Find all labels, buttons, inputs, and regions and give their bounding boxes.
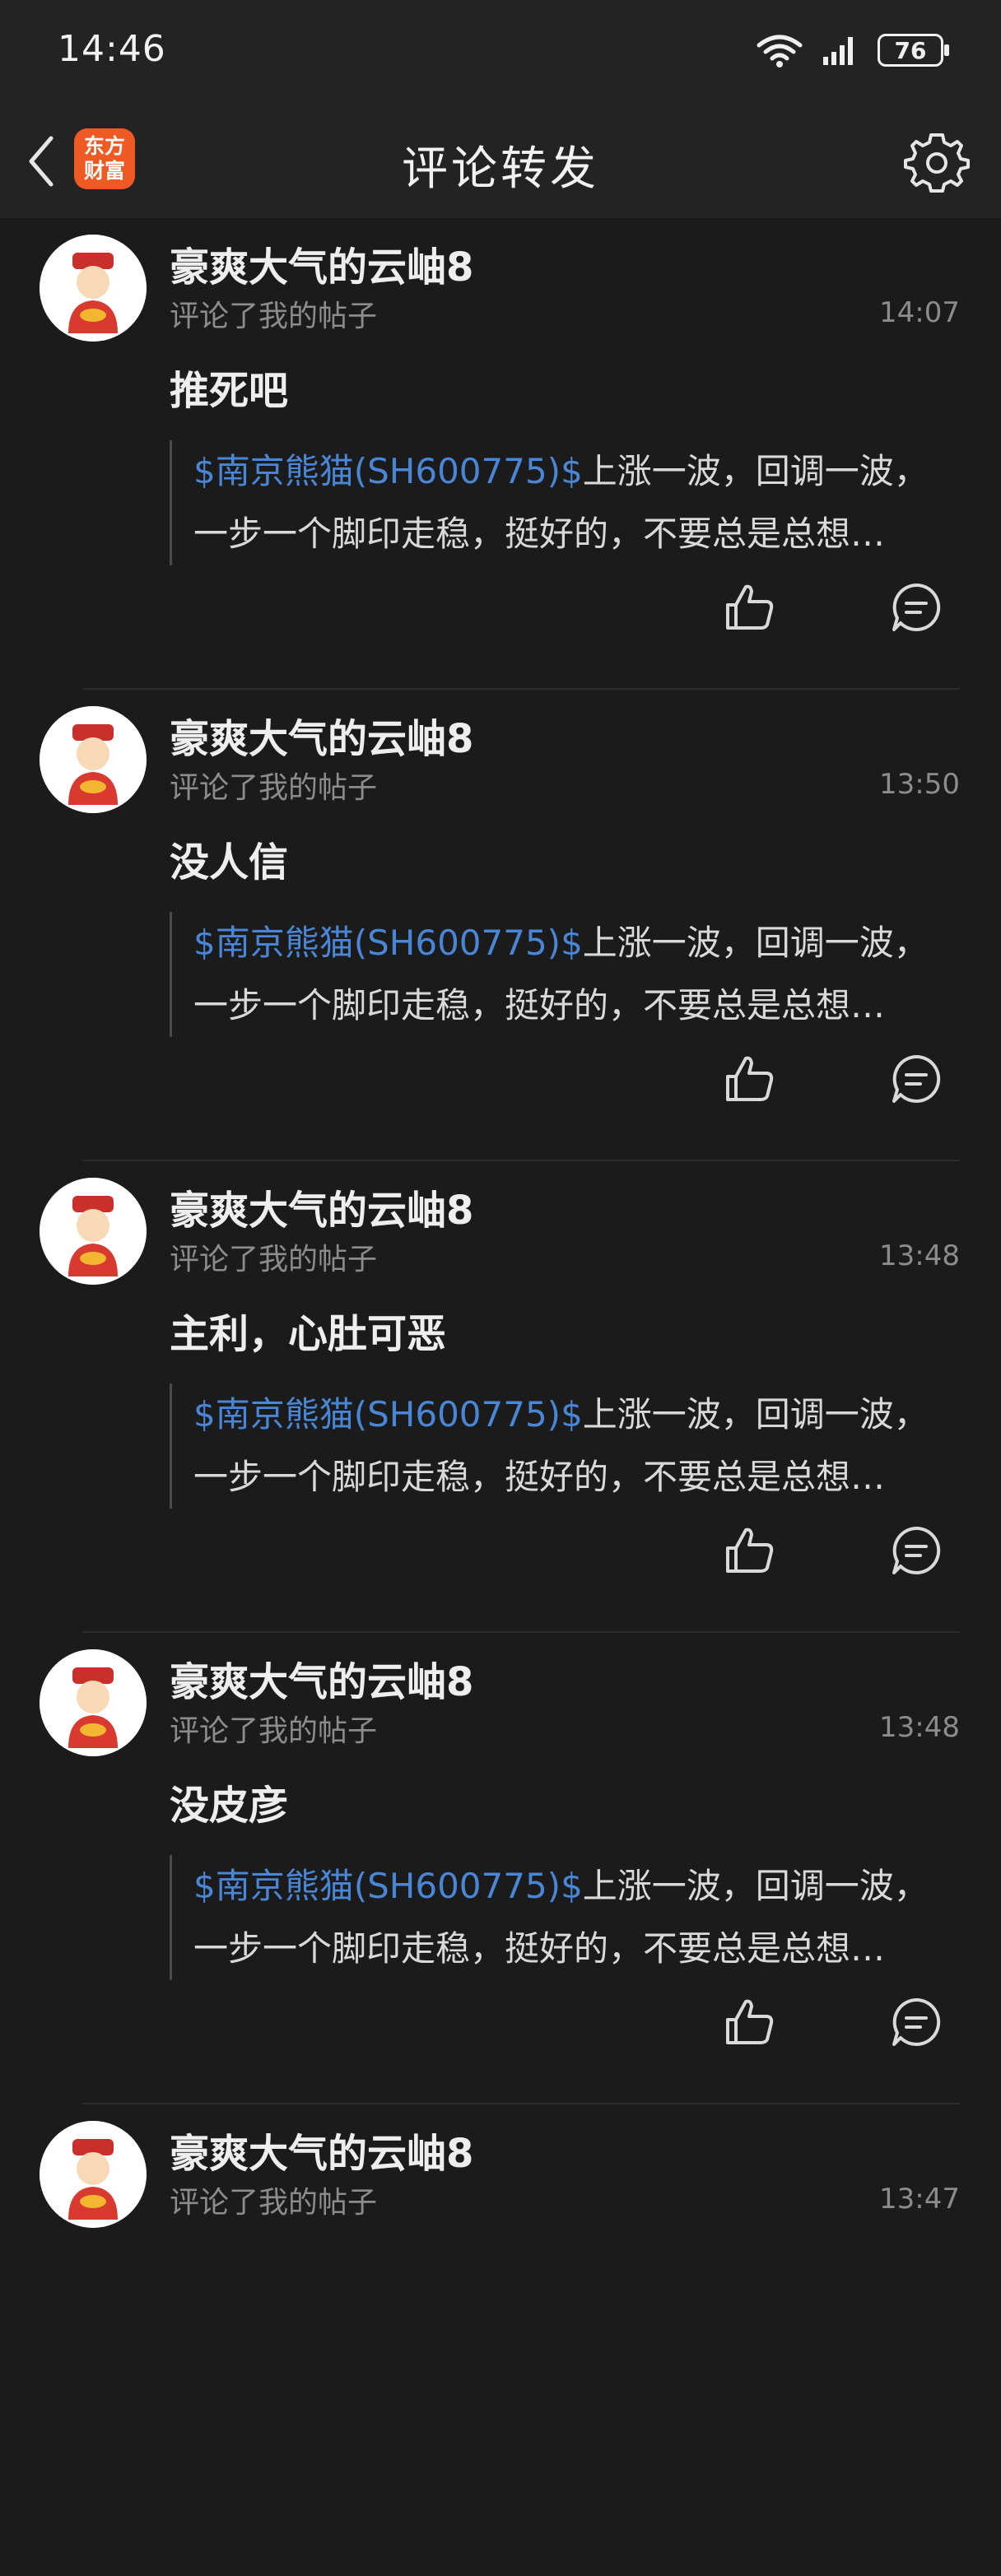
gear-icon[interactable] [904,130,970,196]
notification-item[interactable]: 豪爽大气的云岫8 评论了我的帖子 14:07 推死吧 $南京熊猫(SH60077… [0,218,1001,690]
comment-bubble-icon[interactable] [889,1995,943,2049]
quoted-post[interactable]: $南京熊猫(SH600775)$上涨一波，回调一波， 一步一个脚印走稳，挺好的，… [170,1855,935,1980]
avatar[interactable] [40,235,147,342]
signal-icon [823,37,853,65]
stock-link[interactable]: $南京熊猫(SH600775)$ [193,923,583,963]
action-text: 评论了我的帖子 [170,1243,378,1276]
thumbs-up-icon[interactable] [723,1523,777,1578]
comment-bubble-icon[interactable] [889,1523,943,1578]
quote-line-1: $南京熊猫(SH600775)$上涨一波，回调一波， [193,440,935,503]
caishen-avatar-icon [40,706,147,813]
timestamp: 13:50 [879,768,960,801]
quote-line-1: $南京熊猫(SH600775)$上涨一波，回调一波， [193,912,935,974]
notification-item[interactable]: 豪爽大气的云岫8 评论了我的帖子 13:48 主利，心肚可恶 $南京熊猫(SH6… [0,1161,1001,1633]
comment-text: 主利，心肚可恶 [170,1311,447,1357]
quote-line-1: $南京熊猫(SH600775)$上涨一波，回调一波， [193,1855,935,1918]
status-time: 14:46 [58,28,166,70]
page-title: 评论转发 [402,142,599,196]
stock-link[interactable]: $南京熊猫(SH600775)$ [193,1866,583,1906]
thumbs-up-icon[interactable] [723,580,777,635]
comment-text: 推死吧 [170,368,289,414]
username[interactable]: 豪爽大气的云岫8 [170,235,473,292]
thumbs-up-icon[interactable] [723,1052,777,1106]
comment-bubble-icon[interactable] [889,580,943,635]
quote-line-1: $南京熊猫(SH600775)$上涨一波，回调一波， [193,1383,935,1446]
timestamp: 13:48 [879,1239,960,1272]
notification-list: 豪爽大气的云岫8 评论了我的帖子 14:07 推死吧 $南京熊猫(SH60077… [0,218,1001,2576]
timestamp: 14:07 [879,296,960,329]
quote-text: 上涨一波，回调一波， [582,1866,929,1906]
quoted-post[interactable]: $南京熊猫(SH600775)$上涨一波，回调一波， 一步一个脚印走稳，挺好的，… [170,440,935,565]
action-text: 评论了我的帖子 [170,1714,378,1748]
status-bar: 14:46 76 [0,0,1001,99]
action-text: 评论了我的帖子 [170,771,378,805]
battery-icon: 76 [878,34,949,67]
action-text: 评论了我的帖子 [170,300,378,333]
username[interactable]: 豪爽大气的云岫8 [170,706,473,764]
caishen-avatar-icon [40,1178,147,1285]
status-icons: 76 [756,30,949,71]
username[interactable]: 豪爽大气的云岫8 [170,2121,473,2178]
timestamp: 13:48 [879,1711,960,1744]
avatar[interactable] [40,1649,147,1756]
action-text: 评论了我的帖子 [170,2186,378,2220]
quote-line-2: 一步一个脚印走稳，挺好的，不要总是总想… [193,985,886,1025]
notification-item[interactable]: 豪爽大气的云岫8 评论了我的帖子 13:47 [0,2104,1001,2576]
caishen-avatar-icon [40,235,147,342]
thumbs-up-icon[interactable] [723,1995,777,2049]
notification-item[interactable]: 豪爽大气的云岫8 评论了我的帖子 13:48 没皮彦 $南京熊猫(SH60077… [0,1633,1001,2104]
quoted-post[interactable]: $南京熊猫(SH600775)$上涨一波，回调一波， 一步一个脚印走稳，挺好的，… [170,1383,935,1509]
stock-link[interactable]: $南京熊猫(SH600775)$ [193,451,583,491]
username[interactable]: 豪爽大气的云岫8 [170,1649,473,1707]
caishen-avatar-icon [40,1649,147,1756]
comment-text: 没人信 [170,839,289,886]
quote-text: 上涨一波，回调一波， [582,1394,929,1434]
quote-text: 上涨一波，回调一波， [582,923,929,963]
stock-link[interactable]: $南京熊猫(SH600775)$ [193,1394,583,1434]
avatar[interactable] [40,706,147,813]
username[interactable]: 豪爽大气的云岫8 [170,1178,473,1235]
quote-line-2: 一步一个脚印走稳，挺好的，不要总是总想… [193,1457,886,1497]
quote-text: 上涨一波，回调一波， [582,451,929,491]
timestamp: 13:47 [879,2183,960,2216]
notification-item[interactable]: 豪爽大气的云岫8 评论了我的帖子 13:50 没人信 $南京熊猫(SH60077… [0,690,1001,1161]
nav-bar: 东方财富 评论转发 [0,99,1001,218]
quote-line-2: 一步一个脚印走稳，挺好的，不要总是总想… [193,514,886,554]
avatar[interactable] [40,1178,147,1285]
comment-text: 没皮彦 [170,1783,289,1829]
wifi-icon [757,35,803,67]
quote-line-2: 一步一个脚印走稳，挺好的，不要总是总想… [193,1928,886,1969]
quoted-post[interactable]: $南京熊猫(SH600775)$上涨一波，回调一波， 一步一个脚印走稳，挺好的，… [170,912,935,1037]
comment-bubble-icon[interactable] [889,1052,943,1106]
